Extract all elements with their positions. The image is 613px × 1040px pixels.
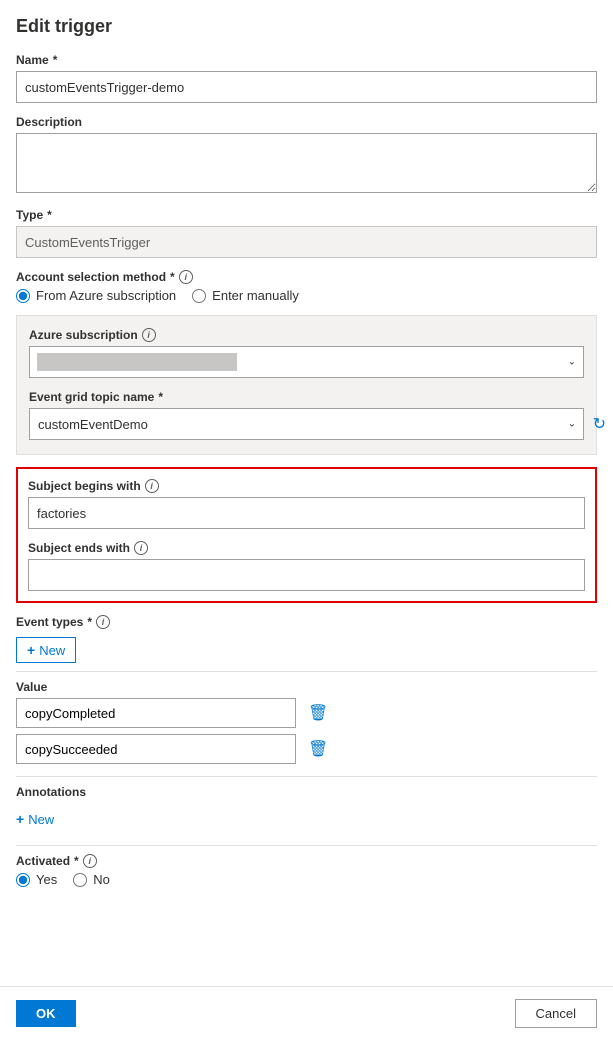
account-selection-label: Account selection method * i [16,270,597,284]
event-types-new-button[interactable]: + New [16,637,76,663]
delete-event-1-button[interactable]: 🗑 [304,703,332,723]
event-types-section: Event types * i + New Value 🗑 🗑 [16,615,597,764]
azure-subscription-select[interactable] [29,346,584,378]
page-title: Edit trigger [16,16,597,37]
activated-section: Activated * i Yes No [16,854,597,887]
account-selection-radio-group: From Azure subscription Enter manually [16,288,597,303]
subject-ends-input[interactable] [28,559,585,591]
azure-subscription-field-group: Azure subscription i ⌄ [29,328,584,378]
activated-label: Activated * i [16,854,597,868]
cancel-button[interactable]: Cancel [515,999,597,1028]
table-row: 🗑 [16,698,597,728]
table-row: 🗑 [16,734,597,764]
name-input[interactable] [16,71,597,103]
annotations-section: Annotations + New [16,785,597,831]
radio-yes[interactable]: Yes [16,872,57,887]
event-types-value-table: Value 🗑 🗑 [16,680,597,764]
activated-info-icon[interactable]: i [83,854,97,868]
event-grid-topic-label: Event grid topic name * [29,390,584,404]
azure-subscription-section: Azure subscription i ⌄ Event grid topic … [16,315,597,455]
account-selection-info-icon[interactable]: i [179,270,193,284]
event-value-input-1[interactable] [16,698,296,728]
event-grid-topic-row: customEventDemo ⌄ ↻ [29,408,584,440]
azure-subscription-info-icon[interactable]: i [142,328,156,342]
subject-begins-input[interactable] [28,497,585,529]
name-field-group: Name * [16,53,597,103]
subject-ends-info-icon[interactable]: i [134,541,148,555]
radio-no[interactable]: No [73,872,110,887]
value-col-header: Value [16,680,597,694]
subject-begins-info-icon[interactable]: i [145,479,159,493]
event-grid-topic-select[interactable]: customEventDemo [29,408,584,440]
event-grid-refresh-icon[interactable]: ↻ [593,414,606,434]
name-label: Name * [16,53,597,67]
annotations-divider [16,776,597,777]
azure-subscription-select-wrapper: ⌄ [29,346,584,378]
description-label: Description [16,115,597,129]
delete-event-2-button[interactable]: 🗑 [304,739,332,759]
type-input [16,226,597,258]
event-types-divider [16,671,597,672]
radio-from-azure[interactable]: From Azure subscription [16,288,176,303]
annotations-label: Annotations [16,785,597,799]
description-input[interactable] [16,133,597,193]
footer: OK Cancel [0,986,613,1040]
subject-begins-label: Subject begins with i [28,479,585,493]
type-label: Type * [16,208,597,222]
event-types-label: Event types * i [16,615,597,629]
subject-ends-field-group: Subject ends with i [28,541,585,591]
activated-divider [16,845,597,846]
activated-radio-group: Yes No [16,872,597,887]
plus-icon: + [27,642,35,658]
event-grid-topic-select-wrapper: customEventDemo ⌄ [29,408,584,440]
description-field-group: Description [16,115,597,196]
radio-enter-manually[interactable]: Enter manually [192,288,299,303]
azure-subscription-row: ⌄ [29,346,584,378]
event-types-info-icon[interactable]: i [96,615,110,629]
annotations-new-button[interactable]: + New [16,807,54,831]
subject-ends-label: Subject ends with i [28,541,585,555]
type-field-group: Type * [16,208,597,258]
event-grid-topic-field-group: Event grid topic name * customEventDemo … [29,390,584,440]
annotations-plus-icon: + [16,811,24,827]
ok-button[interactable]: OK [16,1000,76,1027]
subject-highlighted-section: Subject begins with i Subject ends with … [16,467,597,603]
account-selection-field-group: Account selection method * i From Azure … [16,270,597,303]
azure-subscription-label: Azure subscription i [29,328,584,342]
event-value-input-2[interactable] [16,734,296,764]
subject-begins-field-group: Subject begins with i [28,479,585,529]
